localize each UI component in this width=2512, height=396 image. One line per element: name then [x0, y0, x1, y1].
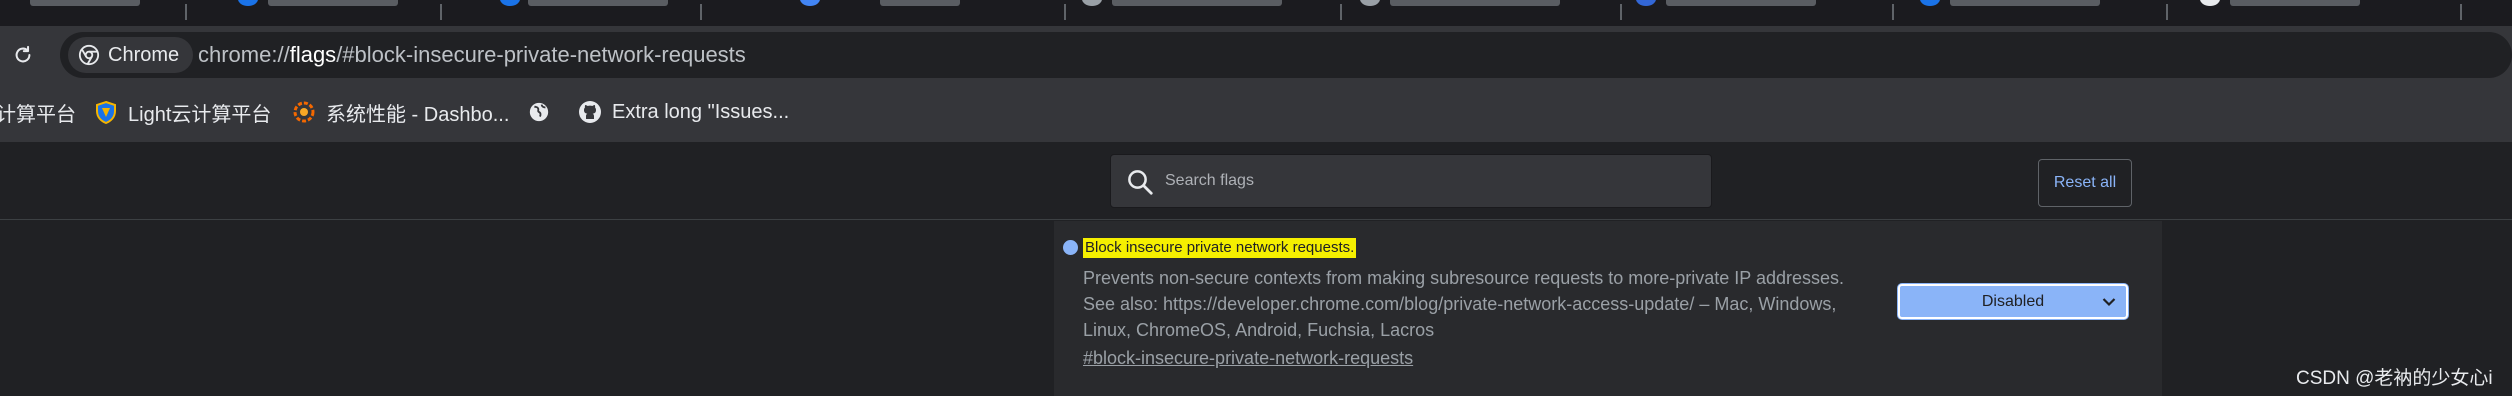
tab-favicon-icon — [238, 0, 258, 6]
bookmark-item[interactable]: Light云计算平台 — [94, 82, 271, 142]
flag-permalink[interactable]: #block-insecure-private-network-requests — [1083, 345, 1413, 371]
tab-strip — [0, 0, 2512, 26]
tab-favicon-icon — [1636, 0, 1656, 6]
tab-title-fragment[interactable] — [1950, 0, 2100, 6]
tab-title-fragment[interactable] — [1112, 0, 1282, 6]
tab-separator — [440, 4, 442, 20]
chrome-icon — [78, 44, 100, 66]
globe-icon — [529, 102, 549, 122]
tab-favicon-icon — [1082, 0, 1102, 6]
tab-separator — [2460, 4, 2462, 20]
tab-favicon-icon — [2200, 0, 2220, 6]
flag-title: Block insecure private network requests. — [1083, 238, 1357, 258]
address-bar[interactable]: Chrome chrome://flags/#block-insecure-pr… — [60, 32, 2512, 78]
flag-state-value: Disabled — [1981, 292, 2045, 310]
tab-separator — [1620, 4, 1622, 20]
chevron-down-icon — [2102, 298, 2116, 307]
search-icon — [1128, 170, 1153, 195]
url-path: /#block-insecure-private-network-request… — [336, 42, 746, 67]
bookmark-item[interactable] — [528, 82, 550, 142]
tab-title-fragment[interactable] — [1390, 0, 1560, 6]
grafana-icon — [293, 101, 315, 123]
tab-title-fragment[interactable] — [880, 0, 960, 6]
bookmark-label: Light云计算平台 — [128, 103, 272, 126]
flag-description: Prevents non-secure contexts from making… — [1083, 268, 1845, 340]
bookmark-label: 系统性能 - Dashbo... — [326, 103, 510, 126]
bookmark-item[interactable]: 计算平台 — [0, 82, 76, 142]
url-text[interactable]: chrome://flags/#block-insecure-private-n… — [198, 32, 746, 78]
reload-button[interactable] — [8, 40, 38, 70]
tab-separator — [1892, 4, 1894, 20]
reset-all-button[interactable]: Reset all — [2038, 159, 2132, 207]
tab-separator — [1064, 4, 1066, 20]
tab-favicon-icon — [1920, 0, 1940, 6]
site-info-chip[interactable]: Chrome — [68, 37, 194, 73]
tab-separator — [2166, 4, 2168, 20]
url-host: flags — [289, 42, 337, 67]
watermark: CSDN @老衲的少女心i — [2296, 368, 2493, 389]
tab-favicon-icon — [500, 0, 520, 6]
search-box[interactable] — [1110, 154, 1712, 208]
flag-panel: Block insecure private network requests.… — [1054, 221, 2162, 396]
flags-header: Reset all — [0, 142, 2512, 220]
bookmark-label: Extra long "Issues... — [612, 100, 790, 123]
reload-icon — [15, 45, 31, 63]
shield-icon — [96, 100, 116, 124]
bookmark-label: 计算平台 — [0, 103, 76, 126]
tab-separator — [700, 4, 702, 20]
flags-content: Block insecure private network requests.… — [0, 221, 2512, 396]
tab-title-fragment[interactable] — [528, 0, 668, 6]
tab-title-fragment[interactable] — [2230, 0, 2360, 6]
tab-separator — [1340, 4, 1342, 20]
url-scheme: chrome:// — [198, 42, 290, 67]
tab-title-fragment[interactable] — [268, 0, 398, 6]
bookmark-item[interactable]: Extra long "Issues... — [578, 82, 789, 142]
tab-title-fragment[interactable] — [1666, 0, 1816, 6]
modified-indicator-dot — [1063, 240, 1078, 255]
tab-favicon-icon — [800, 0, 820, 6]
tab-separator — [185, 4, 187, 20]
bookmarks-bar: 计算平台 Light云计算平台 系统性能 - Dashbo... Extra l… — [0, 82, 2512, 142]
tab-title-fragment[interactable] — [30, 0, 140, 6]
github-icon — [579, 101, 601, 123]
flag-state-select[interactable]: Disabled — [1898, 284, 2128, 319]
browser-toolbar: Chrome chrome://flags/#block-insecure-pr… — [0, 26, 2512, 82]
bookmark-item[interactable]: 系统性能 - Dashbo... — [292, 82, 509, 142]
site-info-label: Chrome — [108, 43, 180, 66]
search-input[interactable] — [1165, 155, 1685, 207]
tab-favicon-icon — [1360, 0, 1380, 6]
